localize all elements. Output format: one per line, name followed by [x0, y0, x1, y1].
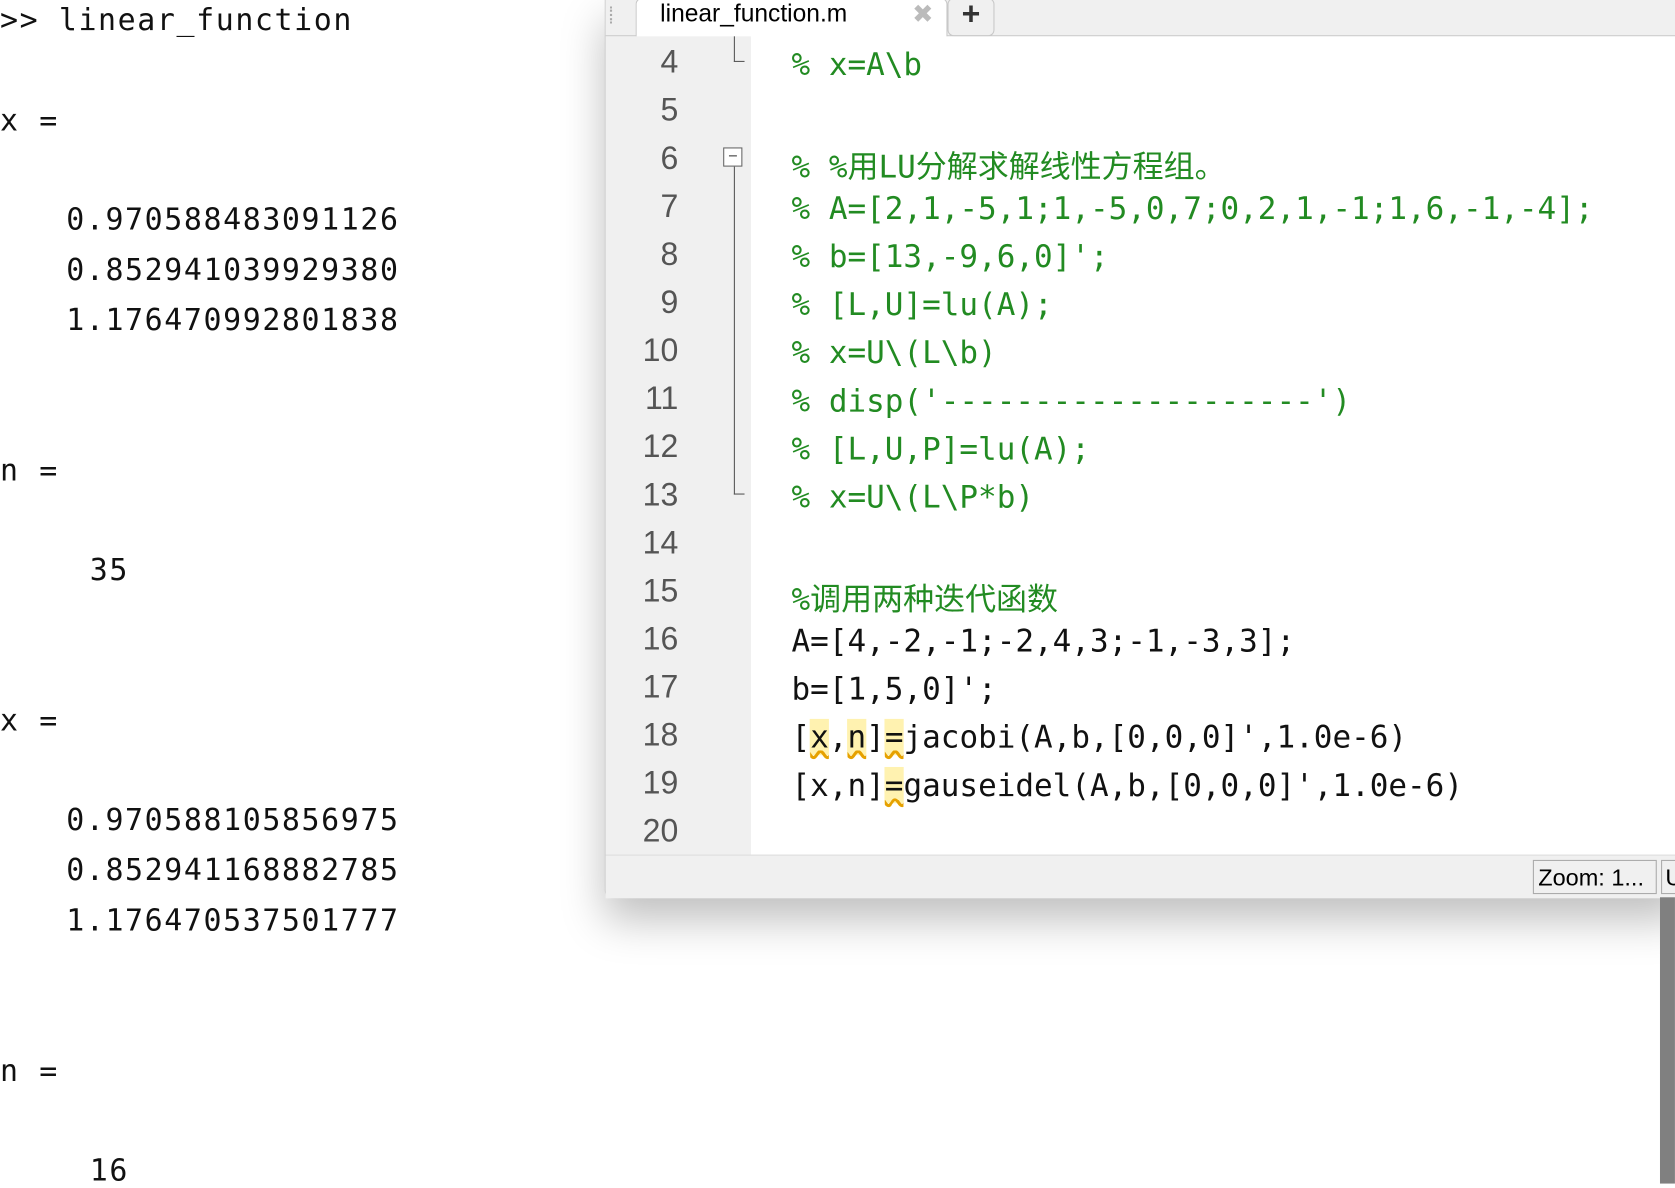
drag-handle[interactable] [609, 6, 615, 24]
output-value: 0.970588483091126 [66, 201, 400, 238]
line-number: 5 [660, 92, 679, 129]
code-line[interactable]: % b=[13,-9,6,0]'; [792, 238, 1109, 274]
line-number: 8 [660, 237, 679, 273]
code-token: jacobi(A,b,[0,0,0]',1.0e-6) [903, 718, 1408, 756]
output-value: 1.176470992801838 [66, 302, 400, 338]
line-number: 13 [642, 477, 679, 513]
code-token: ] [866, 718, 885, 756]
line-number: 4 [660, 44, 679, 81]
status-bar: Zoom: 1... U [605, 854, 1675, 899]
output-value: 0.852941039929380 [66, 252, 400, 288]
zoom-indicator[interactable]: Zoom: 1... [1532, 859, 1657, 895]
line-number: 15 [642, 573, 679, 609]
line-number: 17 [642, 669, 679, 706]
code-line[interactable]: A=[4,-2,-1;-2,4,3;-1,-3,3]; [792, 623, 1296, 659]
line-number: 14 [642, 525, 679, 561]
code-token: , [828, 718, 848, 756]
warning-highlight[interactable]: x [810, 718, 829, 756]
line-number: 7 [660, 189, 679, 225]
add-tab-button[interactable]: + [947, 0, 995, 37]
output-var: x = [0, 702, 59, 739]
output-value: 35 [89, 552, 129, 588]
code-token: [x,n] [791, 766, 885, 804]
output-var: n = [0, 1053, 59, 1089]
code-line[interactable]: [x,n]=jacobi(A,b,[0,0,0]',1.0e-6) [791, 718, 1408, 756]
encoding-indicator[interactable]: U [1661, 859, 1675, 895]
fold-collapse-icon[interactable]: − [723, 147, 743, 167]
fold-line [733, 166, 735, 495]
code-line[interactable]: b=[1,5,0]'; [792, 671, 997, 707]
code-token: [ [791, 718, 811, 756]
line-number: 9 [660, 285, 679, 321]
code-line[interactable]: % [L,U,P]=lu(A); [792, 430, 1090, 466]
code-line[interactable]: % disp('--------------------') [792, 382, 1352, 418]
line-number: 12 [642, 429, 679, 465]
output-value: 0.852941168882785 [66, 852, 400, 888]
code-line[interactable]: % A=[2,1,-5,1;1,-5,0,7;0,2,1,-1;1,6,-1,-… [792, 190, 1594, 226]
line-number-gutter: − 4 5 6 7 8 9 10 11 12 13 14 15 16 17 18 19 20 [605, 36, 751, 855]
line-number: 16 [642, 621, 679, 657]
code-line[interactable]: [x,n]=gauseidel(A,b,[0,0,0]',1.0e-6) [791, 766, 1463, 804]
line-number: 19 [642, 765, 679, 802]
fold-end [733, 493, 745, 495]
warning-highlight[interactable]: = [884, 766, 904, 804]
output-value: 1.176470537501777 [66, 902, 400, 938]
fold-end [733, 60, 745, 62]
output-value: 16 [89, 1152, 129, 1188]
line-number: 20 [642, 813, 679, 850]
code-line[interactable]: % [L,U]=lu(A); [792, 286, 1053, 322]
scrollbar[interactable] [1659, 897, 1675, 1184]
line-number: 6 [660, 141, 679, 177]
tab-label: linear_function.m [660, 0, 848, 27]
code-token: gauseidel(A,b,[0,0,0]',1.0e-6) [903, 766, 1463, 804]
code-line[interactable]: %调用两种迭代函数 [792, 575, 1058, 620]
output-var: x = [0, 102, 59, 138]
editor-window: linear_function.m ✖ + − 4 5 6 7 8 9 10 11 12 13 14… [604, 0, 1675, 899]
line-number: 10 [642, 333, 679, 369]
line-number: 11 [645, 381, 679, 417]
line-number: 18 [642, 717, 679, 754]
code-line[interactable]: % x=A\b [792, 46, 923, 82]
warning-highlight[interactable]: n [847, 718, 866, 756]
code-line[interactable]: % x=U\(L\b) [792, 334, 997, 370]
code-line[interactable]: % %用LU分解求解线性方程组。 [792, 142, 1226, 187]
close-icon[interactable]: ✖ [912, 0, 933, 30]
fold-line [733, 36, 735, 62]
warning-highlight[interactable]: = [884, 718, 904, 756]
command-prompt: >> linear_function [0, 2, 353, 38]
code-editor[interactable]: % x=A\b % %用LU分解求解线性方程组。% A=[2,1,-5,1;1,-… [750, 36, 1675, 855]
code-line[interactable]: % x=U\(L\P*b) [792, 479, 1034, 515]
output-value: 0.970588105856975 [66, 802, 400, 838]
output-var: n = [0, 452, 59, 489]
tab-bar: linear_function.m ✖ + [605, 0, 1675, 38]
tab-linear-function[interactable]: linear_function.m ✖ [635, 0, 948, 38]
